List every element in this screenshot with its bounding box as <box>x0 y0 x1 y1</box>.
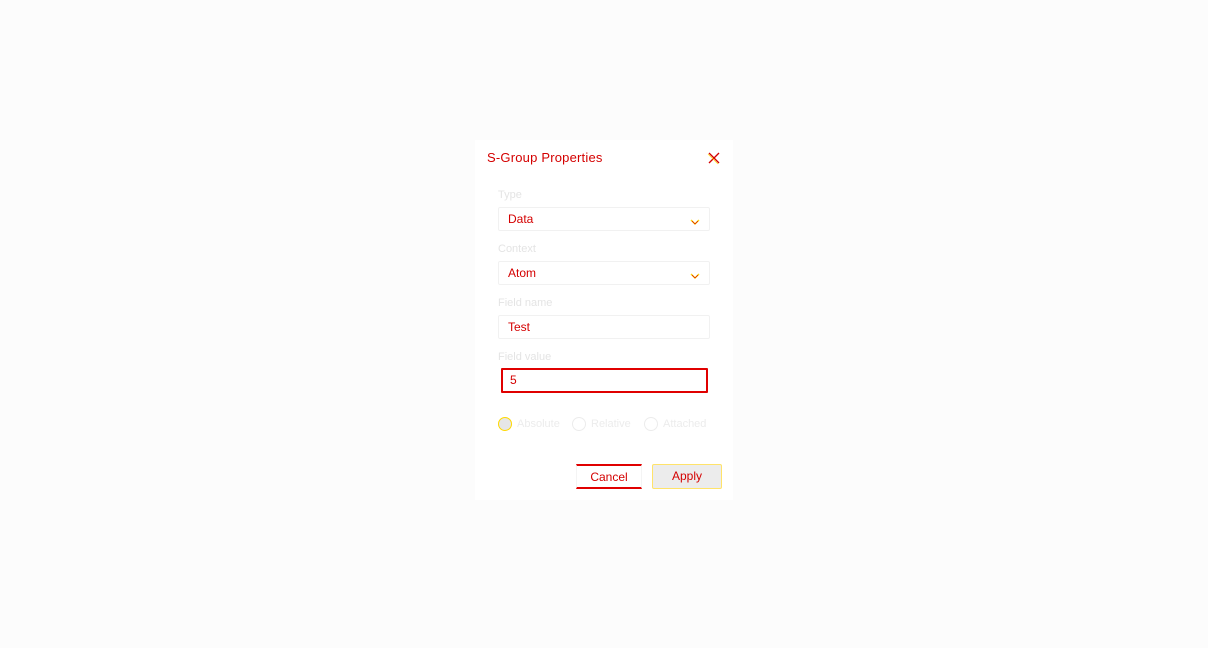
type-select-value: Data <box>508 212 534 226</box>
field-name-label: Field name <box>498 297 553 309</box>
chevron-down-icon <box>690 213 700 225</box>
context-select-value: Atom <box>508 266 537 280</box>
sgroup-properties-dialog: S-Group Properties Type Data Context Ato… <box>475 140 733 500</box>
radio-attached-label: Attached <box>663 418 707 430</box>
context-label: Context <box>498 243 536 255</box>
radio-absolute-label: Absolute <box>517 418 560 430</box>
dialog-title: S-Group Properties <box>487 150 603 165</box>
cancel-button[interactable]: Cancel <box>576 464 642 489</box>
field-name-value: Test <box>508 320 531 334</box>
field-value-value: 5 <box>510 373 517 387</box>
position-radio-group: Absolute Relative Attached <box>498 416 718 434</box>
radio-checked-icon <box>498 417 512 431</box>
apply-button[interactable]: Apply <box>652 464 722 489</box>
field-value-input[interactable]: 5 <box>501 368 708 393</box>
radio-unchecked-icon <box>572 417 586 431</box>
radio-relative-label: Relative <box>591 418 631 430</box>
chevron-down-icon <box>690 267 700 279</box>
type-label: Type <box>498 189 522 201</box>
radio-unchecked-icon <box>644 417 658 431</box>
field-value-label: Field value <box>498 351 552 363</box>
field-name-input[interactable]: Test <box>498 315 710 339</box>
context-select[interactable]: Atom <box>498 261 710 285</box>
type-select[interactable]: Data <box>498 207 710 231</box>
close-icon[interactable] <box>706 150 722 166</box>
